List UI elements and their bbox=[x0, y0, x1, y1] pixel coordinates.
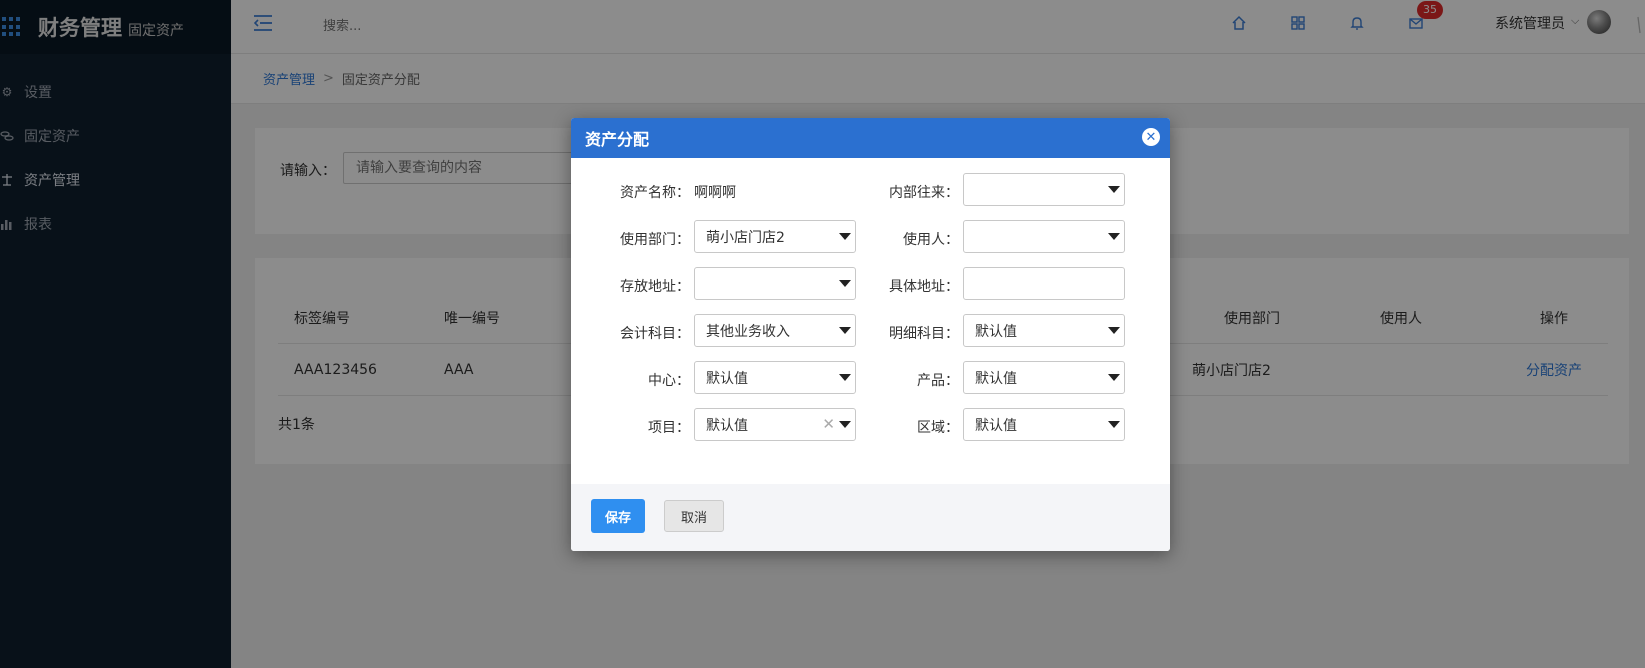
asset-assign-dialog: 资产分配 ✕ 资产名称： 啊啊啊 内部往来： 使用部门： 萌小店门店2 使用人：… bbox=[571, 118, 1170, 551]
detail-label: 明细科目： bbox=[889, 326, 959, 342]
dept-label: 使用部门： bbox=[620, 232, 690, 248]
product-label: 产品： bbox=[917, 373, 959, 389]
region-label: 区域： bbox=[917, 420, 959, 436]
internal-label: 内部往来： bbox=[889, 185, 959, 201]
caret-down-icon bbox=[1108, 186, 1120, 193]
detail-select[interactable]: 默认值 bbox=[963, 314, 1125, 347]
caret-down-icon bbox=[1108, 327, 1120, 334]
user-label: 使用人： bbox=[903, 232, 959, 248]
dialog-footer: 保存 取消 bbox=[571, 484, 1170, 551]
caret-down-icon bbox=[839, 421, 851, 428]
close-icon[interactable]: ✕ bbox=[1142, 128, 1160, 146]
caret-down-icon bbox=[839, 233, 851, 240]
address-label: 具体地址： bbox=[889, 279, 959, 295]
asset-name-value: 啊啊啊 bbox=[694, 185, 736, 201]
dialog-body: 资产名称： 啊啊啊 内部往来： 使用部门： 萌小店门店2 使用人： 存放地址： … bbox=[571, 158, 1170, 484]
cancel-button[interactable]: 取消 bbox=[664, 500, 724, 532]
center-label: 中心： bbox=[648, 373, 690, 389]
internal-select[interactable] bbox=[963, 173, 1125, 206]
product-select[interactable]: 默认值 bbox=[963, 361, 1125, 394]
caret-down-icon bbox=[839, 280, 851, 287]
center-select[interactable]: 默认值 bbox=[694, 361, 856, 394]
clear-icon[interactable]: ✕ bbox=[822, 415, 835, 433]
dialog-header: 资产分配 ✕ bbox=[571, 118, 1170, 158]
caret-down-icon bbox=[1108, 374, 1120, 381]
asset-name-label: 资产名称： bbox=[620, 185, 690, 201]
storage-label: 存放地址： bbox=[620, 279, 690, 295]
account-select[interactable]: 其他业务收入 bbox=[694, 314, 856, 347]
project-label: 项目： bbox=[648, 420, 690, 436]
caret-down-icon bbox=[1108, 421, 1120, 428]
region-select[interactable]: 默认值 bbox=[963, 408, 1125, 441]
user-select[interactable] bbox=[963, 220, 1125, 253]
dept-select[interactable]: 萌小店门店2 bbox=[694, 220, 856, 253]
address-input[interactable] bbox=[963, 267, 1125, 300]
caret-down-icon bbox=[839, 374, 851, 381]
caret-down-icon bbox=[1108, 233, 1120, 240]
storage-select[interactable] bbox=[694, 267, 856, 300]
project-select[interactable]: 默认值 ✕ bbox=[694, 408, 856, 441]
caret-down-icon bbox=[839, 327, 851, 334]
save-button[interactable]: 保存 bbox=[591, 499, 645, 533]
dialog-title: 资产分配 bbox=[585, 130, 650, 149]
account-label: 会计科目： bbox=[620, 326, 690, 342]
